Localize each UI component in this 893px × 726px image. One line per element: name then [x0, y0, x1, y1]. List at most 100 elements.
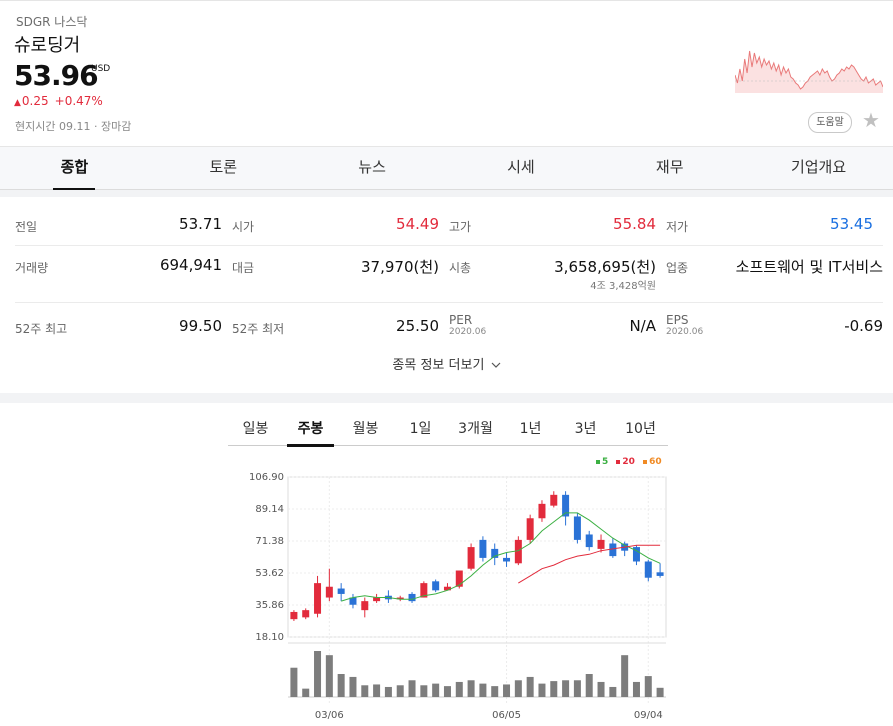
info-sublabel: 2020.06	[449, 327, 487, 337]
currency-label: USD	[91, 64, 111, 74]
volume-bar	[325, 655, 333, 697]
candle-body	[609, 543, 617, 557]
stock-info-panel: 전일 53.71 시가 54.49 고가 55.84 저가 53.45 거래량 …	[0, 197, 893, 393]
info-value: 37,970(천)	[361, 258, 439, 276]
volume-bar	[656, 687, 664, 697]
y-tick-label: 89.14	[255, 504, 284, 515]
candle-body	[538, 503, 546, 519]
volume-bar	[361, 685, 369, 697]
stock-name: 슈로딩거	[14, 35, 81, 56]
volume-bar	[455, 681, 463, 697]
tab-financials[interactable]: 재무	[595, 147, 744, 189]
info-label: 시총	[449, 261, 472, 275]
info-label: 고가	[449, 220, 472, 234]
volume-bar	[621, 655, 629, 697]
chart-tab-1day[interactable]: 1일	[393, 413, 448, 445]
volume-bar	[562, 680, 570, 697]
y-tick-label: 106.90	[249, 472, 284, 483]
candle-body	[503, 557, 511, 562]
info-value[interactable]: 소프트웨어 및 IT서비스	[736, 256, 883, 277]
candle-body	[302, 610, 310, 618]
volume-bar	[373, 684, 381, 697]
candle-body	[337, 588, 345, 594]
chart-period-tabs: 일봉 주봉 월봉 1일 3개월 1년 3년 10년	[228, 413, 668, 447]
tab-summary[interactable]: 종합	[0, 147, 149, 190]
volume-bar	[597, 681, 605, 697]
candle-body	[597, 539, 605, 549]
volume-bar	[443, 686, 451, 697]
candle-body	[325, 586, 333, 598]
info-label: 52주 최고	[15, 322, 68, 336]
info-label: 52주 최저	[232, 322, 285, 336]
info-eps: EPS 2020.06 -0.69	[666, 303, 883, 341]
info-prev-close: 전일 53.71	[15, 197, 232, 245]
info-label: EPS	[666, 313, 689, 327]
info-row-volume: 거래량 694,941 대금 37,970(천) 시총 3,658,695(천)…	[15, 246, 883, 303]
chart-tab-1year[interactable]: 1년	[503, 413, 558, 445]
info-value: 55.84	[613, 215, 656, 233]
y-tick-label: 18.10	[255, 632, 284, 643]
info-value: N/A	[629, 317, 656, 335]
chart-tab-monthly[interactable]: 월봉	[338, 413, 393, 445]
plot-area	[287, 476, 667, 638]
more-info-label: 종목 정보 더보기	[392, 358, 485, 373]
volume-bar	[632, 681, 640, 697]
info-value: 53.45	[830, 215, 873, 233]
up-arrow-icon: ▲	[14, 98, 21, 108]
change-value: 0.25	[21, 94, 49, 108]
info-value: 99.50	[179, 317, 222, 335]
candle-body	[314, 583, 322, 614]
volume-bar	[585, 674, 593, 697]
chart-tab-10year[interactable]: 10년	[613, 413, 668, 445]
volume-bar	[644, 676, 652, 697]
chart-tab-weekly[interactable]: 주봉	[283, 413, 338, 447]
volume-bar	[420, 685, 428, 697]
favorite-star-icon[interactable]: ★	[862, 110, 880, 130]
info-industry: 업종 소프트웨어 및 IT서비스	[666, 246, 883, 302]
volume-bar	[503, 684, 511, 697]
chart-tab-daily[interactable]: 일봉	[228, 413, 283, 445]
volume-bar	[609, 686, 617, 697]
candle-body	[644, 561, 652, 578]
volume-bar	[526, 676, 534, 697]
tab-company-overview[interactable]: 기업개요	[744, 147, 893, 189]
info-label: 대금	[232, 261, 255, 275]
candle-body	[573, 516, 581, 540]
candlestick-chart[interactable]: 106.90 89.14 71.38 53.62 35.86 18.10 03/06 06/0…	[228, 465, 668, 723]
volume-bar	[479, 683, 487, 697]
candle-body	[290, 611, 298, 620]
tab-news[interactable]: 뉴스	[298, 147, 447, 189]
info-open: 시가 54.49	[232, 197, 449, 245]
x-tick-label: 03/06	[315, 710, 344, 721]
chart-tab-3month[interactable]: 3개월	[448, 413, 503, 445]
chart-tab-3year[interactable]: 3년	[558, 413, 613, 445]
info-label: PER	[449, 313, 473, 327]
mini-chart-area	[735, 51, 883, 93]
volume-bar	[384, 686, 392, 697]
candle-body	[373, 597, 381, 602]
info-value: 3,658,695(천)	[554, 258, 656, 276]
candle-body	[479, 539, 487, 558]
more-info-link[interactable]: 종목 정보 더보기	[0, 354, 893, 373]
info-value: -0.69	[844, 317, 883, 335]
current-price: 53.96	[14, 59, 99, 92]
volume-bar	[314, 651, 322, 697]
info-value: 53.71	[179, 215, 222, 233]
info-label: 거래량	[15, 261, 49, 275]
candle-body	[526, 518, 534, 540]
mini-price-chart[interactable]	[735, 29, 883, 93]
tab-discussion[interactable]: 토론	[149, 147, 298, 189]
info-value: 25.50	[396, 317, 439, 335]
volume-bar	[290, 667, 298, 697]
exchange-label: SDGR 나스닥	[16, 15, 88, 29]
volume-bar	[573, 680, 581, 697]
info-label: 업종	[666, 261, 689, 275]
help-button[interactable]: 도움말	[808, 112, 852, 133]
price-change: ▲0.25 +0.47%	[14, 94, 103, 108]
info-per: PER 2020.06 N/A	[449, 303, 666, 341]
volume-bar	[432, 683, 440, 697]
candle-body	[585, 534, 593, 548]
info-row-ratios: 52주 최고 99.50 52주 최저 25.50 PER 2020.06 N/…	[15, 303, 883, 341]
tab-quotes[interactable]: 시세	[446, 147, 595, 189]
info-52w-high: 52주 최고 99.50	[15, 303, 232, 341]
